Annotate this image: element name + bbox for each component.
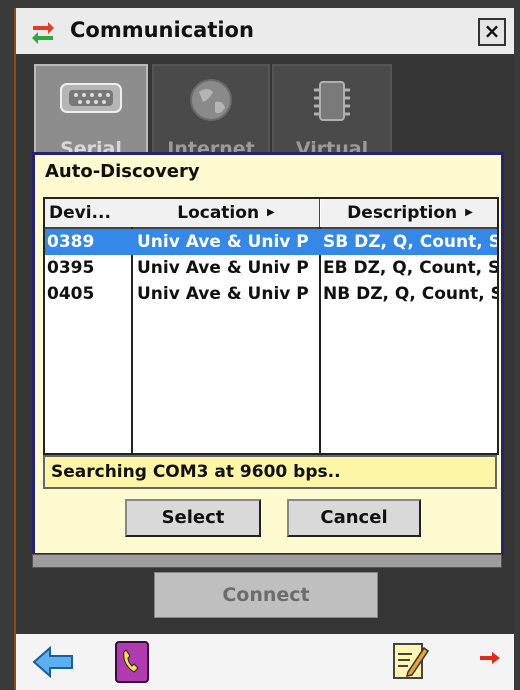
- table-row[interactable]: 0389 Univ Ave & Univ P SB DZ, Q, Count, …: [45, 229, 497, 255]
- device-cell: 0389: [47, 232, 95, 252]
- title-bar: Communication ×: [16, 8, 514, 54]
- globe-icon: [190, 79, 232, 121]
- device-cell: 0405: [47, 284, 95, 304]
- bottom-toolbar: [16, 634, 514, 690]
- tab-serial[interactable]: Serial: [34, 64, 148, 160]
- status-text: Searching COM3 at 9600 bps..: [43, 455, 497, 489]
- description-cell: EB DZ, Q, Count, S: [323, 258, 497, 278]
- back-arrow-icon[interactable]: [32, 646, 76, 678]
- column-header-location-label: Location: [177, 203, 260, 223]
- sort-arrow-icon: ▶: [465, 207, 473, 218]
- select-button[interactable]: Select: [125, 499, 261, 537]
- phonebook-icon[interactable]: [112, 640, 152, 684]
- sort-arrow-icon: ▶: [267, 207, 275, 218]
- dialog-title: Auto-Discovery: [45, 161, 200, 182]
- close-button[interactable]: ×: [478, 18, 506, 46]
- chip-icon: [314, 81, 350, 121]
- connect-button[interactable]: Connect: [154, 572, 378, 618]
- description-cell: NB DZ, Q, Count, S: [323, 284, 497, 304]
- column-header-device[interactable]: Devi...: [45, 199, 134, 229]
- auto-discovery-dialog: Auto-Discovery Devi... Location ▶ Descrip…: [32, 152, 504, 556]
- column-header-device-label: Devi...: [49, 203, 111, 223]
- table-row[interactable]: 0395 Univ Ave & Univ P EB DZ, Q, Count, …: [45, 255, 497, 281]
- description-cell: SB DZ, Q, Count, S: [323, 232, 497, 252]
- device-cell: 0395: [47, 258, 95, 278]
- progress-bar: [32, 554, 502, 568]
- tab-virtual[interactable]: Virtual: [272, 64, 392, 160]
- notepad-edit-icon[interactable]: [390, 640, 430, 682]
- window-title: Communication: [70, 18, 254, 42]
- transfer-arrows-icon: [32, 22, 54, 44]
- table-row[interactable]: 0405 Univ Ave & Univ P NB DZ, Q, Count, …: [45, 281, 497, 307]
- location-cell: Univ Ave & Univ P: [137, 258, 309, 278]
- tab-internet[interactable]: Internet: [152, 64, 270, 160]
- serial-port-icon: [60, 83, 122, 113]
- cancel-button[interactable]: Cancel: [287, 499, 421, 537]
- column-header-location[interactable]: Location ▶: [133, 199, 320, 229]
- column-header-description[interactable]: Description ▶: [321, 199, 497, 229]
- column-header-description-label: Description: [347, 203, 458, 223]
- location-cell: Univ Ave & Univ P: [137, 284, 309, 304]
- device-list[interactable]: Devi... Location ▶ Description ▶ 0389 Univ…: [43, 197, 499, 455]
- red-arrow-icon[interactable]: [478, 650, 502, 666]
- location-cell: Univ Ave & Univ P: [137, 232, 309, 252]
- communication-window: Communication × Serial Internet Virtual …: [14, 8, 514, 690]
